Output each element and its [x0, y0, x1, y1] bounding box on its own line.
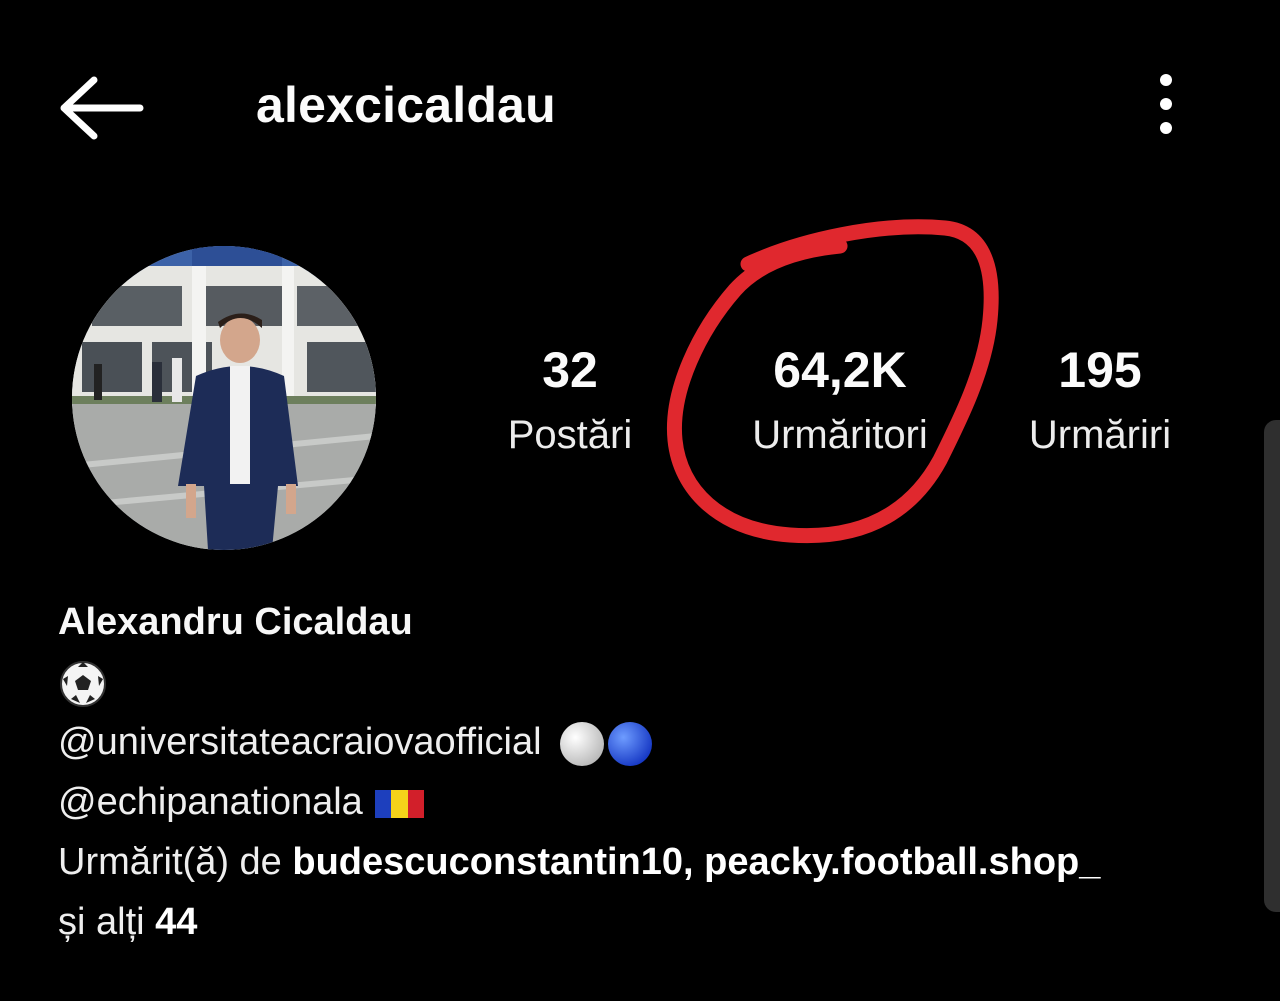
- followers-count-stat[interactable]: 64,2K Urmăritori: [720, 340, 960, 460]
- posts-count: 32: [542, 342, 598, 398]
- following-count-stat[interactable]: 195 Urmăriri: [1000, 340, 1200, 460]
- followed-by-line[interactable]: Urmărit(ă) de budescuconstantin10, peack…: [58, 832, 1248, 892]
- romania-flag-icon: [375, 789, 425, 818]
- others-line[interactable]: și alți 44: [58, 892, 1248, 952]
- more-options-button[interactable]: [1140, 72, 1192, 138]
- following-label: Urmăriri: [1028, 413, 1172, 457]
- white-circle-blue-circle-icons: [560, 721, 653, 766]
- back-button[interactable]: [56, 72, 146, 144]
- profile-bio: Alexandru Cicaldau @universitateacraiova…: [58, 592, 1248, 952]
- profile-username: alexcicaldau: [256, 77, 556, 133]
- more-vertical-icon: [1160, 74, 1172, 134]
- scrollbar[interactable]: [1264, 420, 1280, 912]
- following-count: 195: [1058, 342, 1142, 398]
- posts-count-stat[interactable]: 32 Postări: [480, 340, 660, 460]
- top-bar: alexcicaldau: [0, 0, 1280, 210]
- followed-by-prefix: Urmărit(ă) de: [58, 841, 293, 883]
- followers-count: 64,2K: [773, 342, 907, 398]
- others-count: 44: [155, 901, 198, 943]
- profile-photo: [72, 246, 376, 550]
- avatar[interactable]: [72, 246, 376, 550]
- mention-echipa-nationala[interactable]: @echipanationala: [58, 781, 363, 823]
- profile-full-name: Alexandru Cicaldau: [58, 601, 413, 643]
- followed-by-users: budescuconstantin10, peacky.football.sho…: [292, 841, 1101, 883]
- posts-label: Postări: [507, 413, 633, 457]
- mention-universitatea-craiova[interactable]: @universitateacraiovaofficial: [58, 721, 542, 763]
- others-prefix: și alți: [58, 901, 156, 943]
- soccer-ball-icon: [60, 660, 106, 707]
- arrow-left-icon: [60, 76, 144, 140]
- followers-label: Urmăritori: [752, 413, 928, 457]
